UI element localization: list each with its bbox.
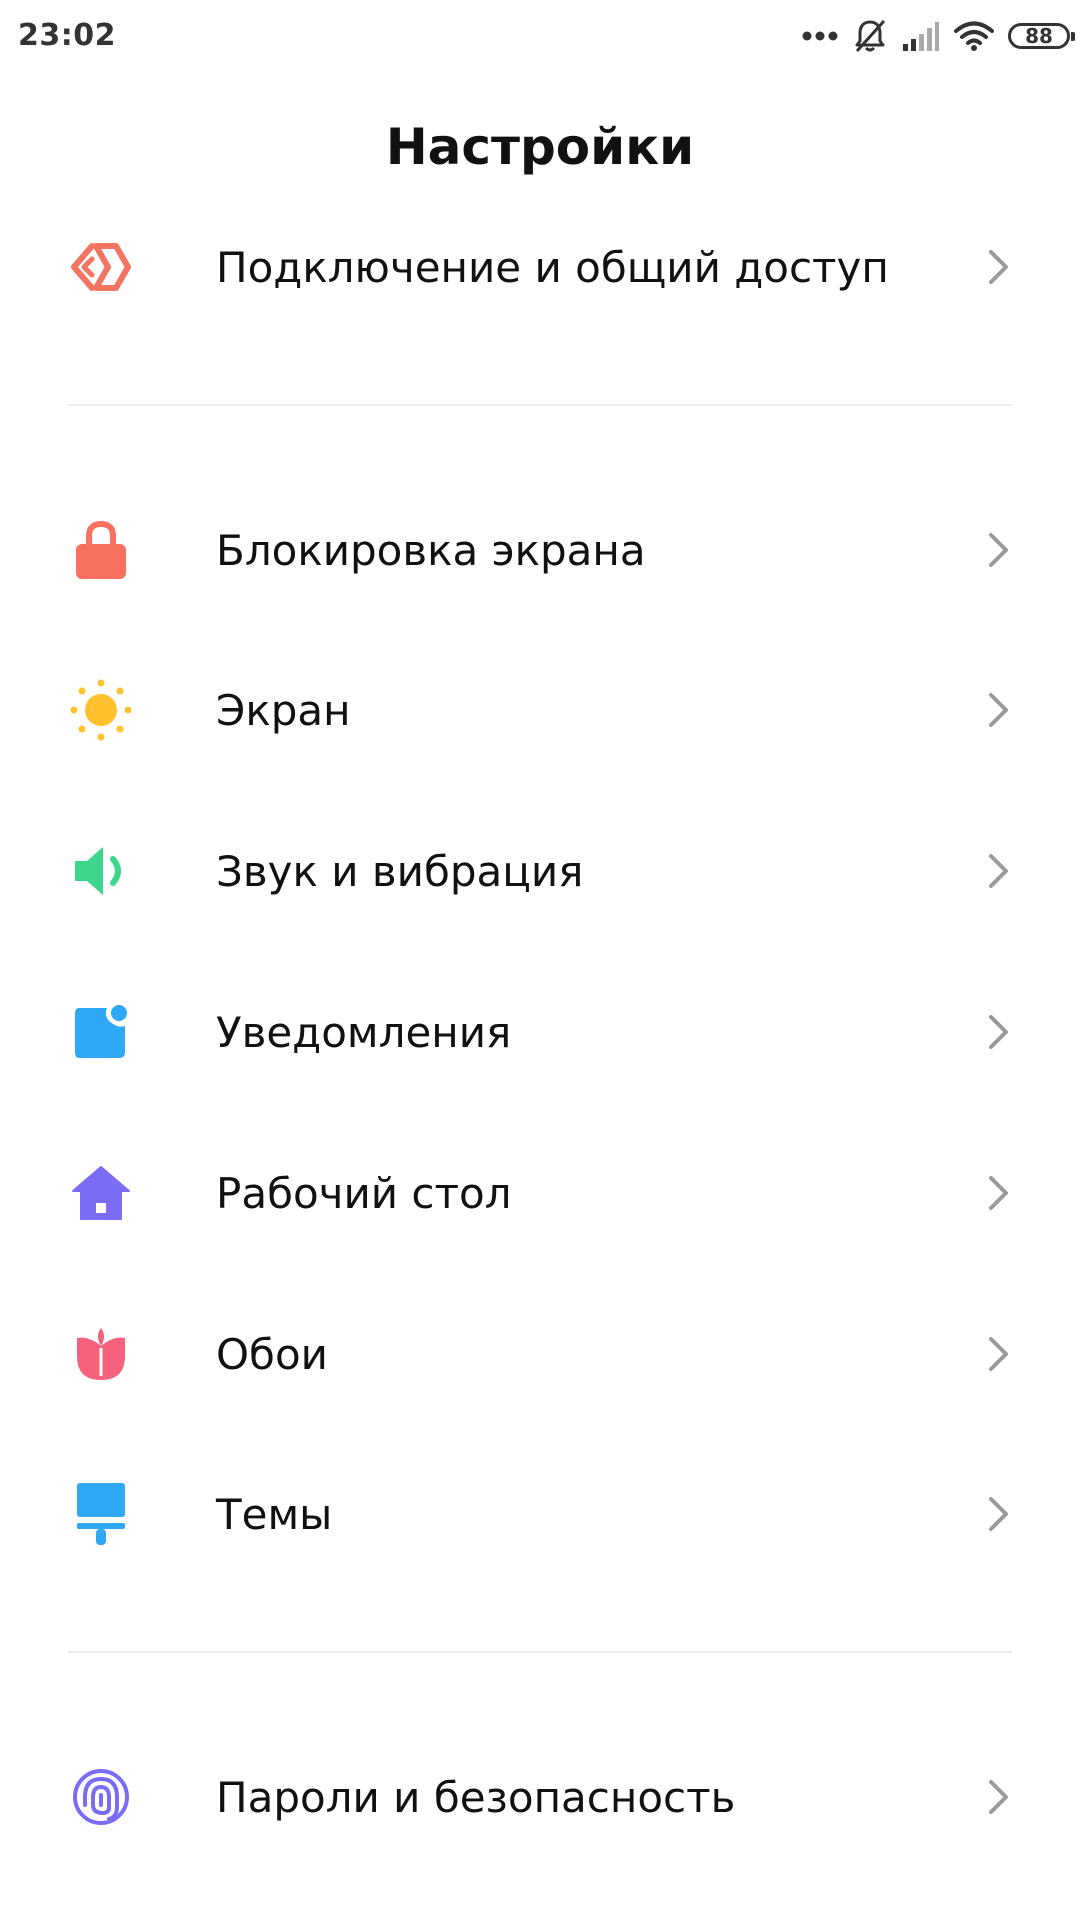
settings-item-label: Уведомления bbox=[216, 1007, 512, 1057]
sun-icon bbox=[66, 675, 136, 745]
settings-item-label: Рабочий стол bbox=[216, 1168, 512, 1218]
connection-sharing-icon bbox=[66, 232, 136, 302]
settings-item-label: Звук и вибрация bbox=[216, 846, 584, 896]
notification-icon bbox=[66, 997, 136, 1067]
chevron-right-icon bbox=[984, 247, 1014, 287]
status-icons: 88 bbox=[802, 16, 1075, 56]
settings-item-label: Темы bbox=[216, 1489, 333, 1539]
section-divider bbox=[68, 404, 1012, 406]
settings-item-display[interactable]: Экран bbox=[0, 635, 1080, 785]
brush-icon bbox=[66, 1479, 136, 1549]
speaker-icon bbox=[66, 836, 136, 906]
settings-item-themes[interactable]: Темы bbox=[0, 1439, 1080, 1589]
page-title: Настройки bbox=[385, 118, 695, 176]
fingerprint-icon bbox=[66, 1762, 136, 1832]
settings-item-connection-sharing[interactable]: Подключение и общий доступ bbox=[0, 192, 1080, 342]
chevron-right-icon bbox=[984, 851, 1014, 891]
settings-item-label: Подключение и общий доступ bbox=[216, 242, 889, 292]
signal-icon bbox=[903, 22, 939, 51]
status-time: 23:02 bbox=[18, 18, 116, 53]
chevron-right-icon bbox=[984, 530, 1014, 570]
settings-item-label: Экран bbox=[216, 685, 351, 735]
settings-item-passwords-security[interactable]: Пароли и безопасность bbox=[0, 1722, 1080, 1872]
more-dots-icon bbox=[802, 31, 838, 41]
home-icon bbox=[66, 1158, 136, 1228]
settings-item-label: Блокировка экрана bbox=[216, 525, 646, 575]
status-bar: 23:02 88 bbox=[0, 0, 1080, 76]
chevron-right-icon bbox=[984, 1777, 1014, 1817]
chevron-right-icon bbox=[984, 1173, 1014, 1213]
settings-item-desktop[interactable]: Рабочий стол bbox=[0, 1118, 1080, 1268]
chevron-right-icon bbox=[984, 1334, 1014, 1374]
lock-icon bbox=[66, 515, 136, 585]
battery-icon: 88 bbox=[1008, 23, 1075, 49]
wifi-icon bbox=[954, 21, 994, 51]
section-divider bbox=[68, 1651, 1012, 1653]
settings-item-label: Обои bbox=[216, 1329, 328, 1379]
chevron-right-icon bbox=[984, 690, 1014, 730]
settings-item-wallpaper[interactable]: Обои bbox=[0, 1279, 1080, 1429]
tulip-icon bbox=[66, 1319, 136, 1389]
battery-level: 88 bbox=[1025, 24, 1053, 48]
settings-item-notifications[interactable]: Уведомления bbox=[0, 957, 1080, 1107]
chevron-right-icon bbox=[984, 1012, 1014, 1052]
chevron-right-icon bbox=[984, 1494, 1014, 1534]
notifications-muted-icon bbox=[855, 19, 886, 53]
settings-item-lock-screen[interactable]: Блокировка экрана bbox=[0, 475, 1080, 625]
settings-item-sound-vibration[interactable]: Звук и вибрация bbox=[0, 796, 1080, 946]
settings-item-label: Пароли и безопасность bbox=[216, 1772, 736, 1822]
